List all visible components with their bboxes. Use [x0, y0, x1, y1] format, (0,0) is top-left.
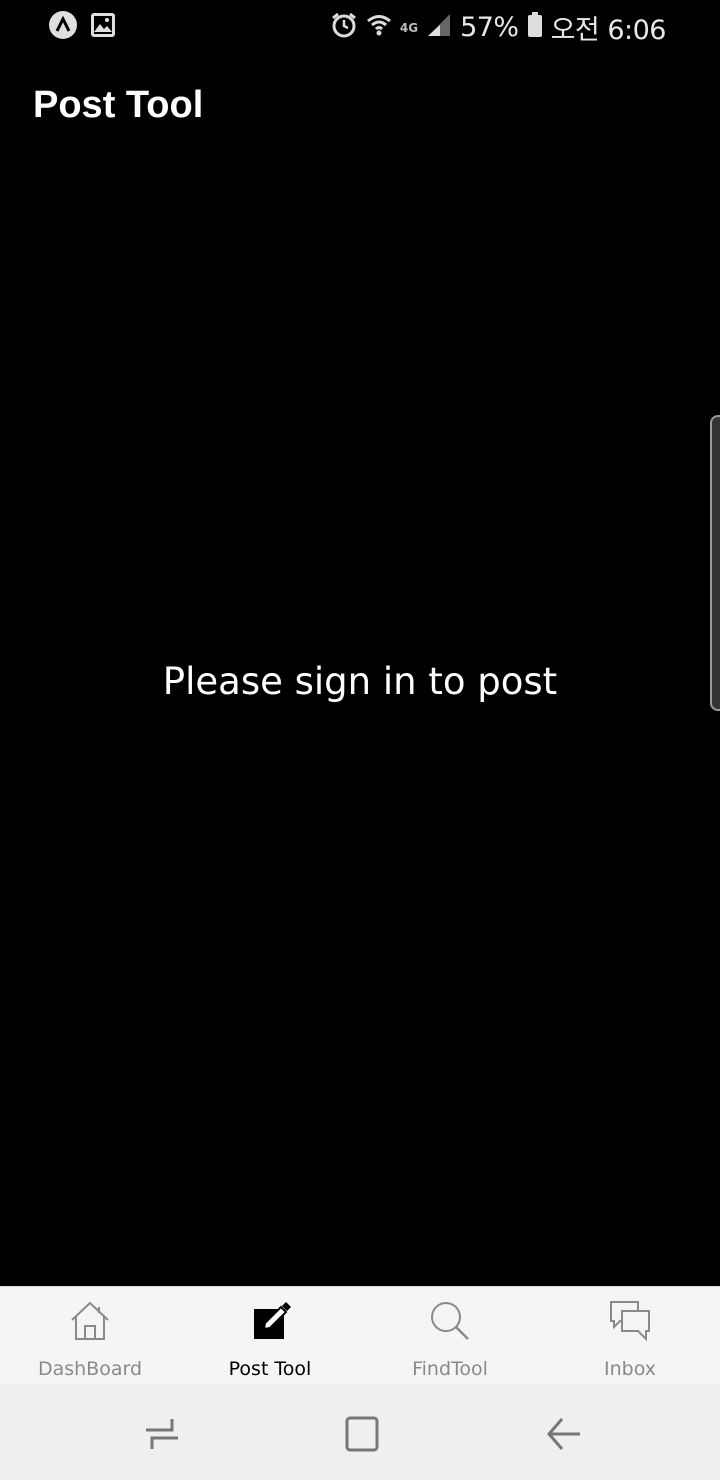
status-bar-system: 4G 57% 오전 6:06 — [330, 8, 667, 47]
chat-icon — [608, 1299, 652, 1343]
bottom-tab-bar: DashBoard Post Tool FindTool Inbox — [0, 1286, 720, 1384]
clock: 오전 6:06 — [550, 15, 667, 46]
status-bar-notifications — [48, 10, 116, 45]
gallery-notification-icon — [90, 12, 116, 43]
battery-percent: 57% — [460, 12, 519, 43]
signal-icon — [426, 12, 452, 43]
tab-inbox[interactable]: Inbox — [540, 1287, 720, 1385]
tab-post-tool[interactable]: Post Tool — [180, 1287, 360, 1385]
battery-icon — [527, 12, 543, 43]
tab-label: FindTool — [412, 1358, 488, 1380]
edge-panel-handle[interactable] — [710, 415, 720, 711]
status-bar: 4G 57% 오전 6:06 — [0, 0, 720, 50]
lte-icon: 4G — [399, 20, 419, 35]
tab-label: Inbox — [604, 1358, 656, 1380]
app-notification-icon — [48, 10, 78, 45]
home-icon — [68, 1299, 112, 1343]
tab-label: Post Tool — [228, 1358, 312, 1380]
page-title: Post Tool — [33, 84, 204, 126]
system-navigation-bar — [0, 1384, 720, 1480]
back-icon[interactable] — [544, 1414, 584, 1454]
tab-findtool[interactable]: FindTool — [360, 1287, 540, 1385]
home-button-icon[interactable] — [342, 1414, 382, 1454]
tab-label: DashBoard — [37, 1358, 143, 1380]
wifi-icon — [366, 12, 392, 43]
search-icon — [428, 1299, 472, 1343]
alarm-icon — [330, 11, 358, 44]
tab-dashboard[interactable]: DashBoard — [0, 1287, 180, 1385]
recent-apps-icon[interactable] — [142, 1414, 182, 1454]
edit-icon — [248, 1299, 292, 1343]
sign-in-message: Please sign in to post — [162, 660, 558, 703]
